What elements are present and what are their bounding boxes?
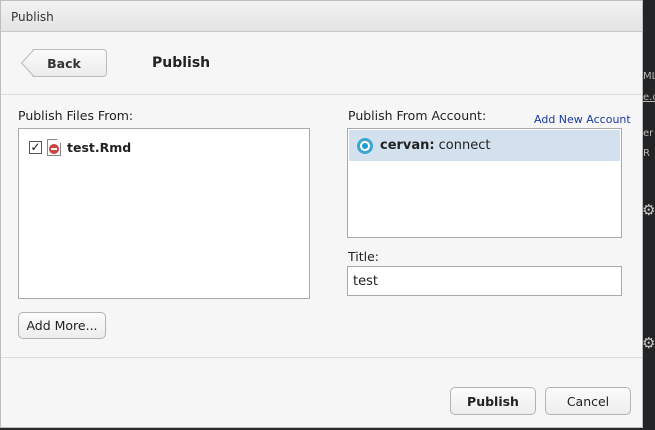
dialog-title: Publish	[11, 10, 54, 24]
title-label: Title:	[348, 249, 379, 264]
title-input-value: test	[353, 273, 378, 289]
publish-button[interactable]: Publish	[450, 387, 536, 415]
gear-icon: ⚙	[642, 201, 655, 219]
gear-icon: ⚙	[642, 334, 655, 352]
background-text: er	[643, 128, 654, 139]
publish-dialog: Publish Back Publish Publish Files From:…	[0, 0, 643, 428]
back-arrow-icon	[21, 49, 35, 77]
account-list: cervan: connect	[347, 128, 622, 238]
file-checkbox[interactable]: ✓	[29, 141, 42, 154]
cancel-button-label: Cancel	[566, 393, 610, 409]
footer-divider	[1, 357, 642, 358]
account-user: cervan:	[380, 138, 435, 153]
files-label: Publish Files From:	[18, 108, 134, 123]
cancel-button[interactable]: Cancel	[545, 387, 631, 415]
title-input[interactable]: test	[347, 266, 622, 296]
rmarkdown-file-icon	[47, 139, 61, 156]
add-new-account-link[interactable]: Add New Account	[534, 113, 631, 126]
files-list: ✓ test.Rmd	[18, 128, 310, 299]
account-item[interactable]: cervan: connect	[349, 130, 620, 161]
connect-server-icon	[357, 137, 373, 154]
add-more-button[interactable]: Add More...	[18, 312, 106, 339]
publish-button-label: Publish	[467, 393, 519, 409]
account-server: connect	[438, 138, 491, 153]
header-divider	[1, 94, 642, 95]
page-title: Publish	[152, 55, 211, 71]
file-name: test.Rmd	[67, 140, 132, 155]
account-label: Publish From Account:	[348, 108, 487, 123]
dialog-titlebar: Publish	[1, 1, 642, 32]
file-item[interactable]: ✓ test.Rmd	[29, 139, 131, 156]
background-text: e.c	[643, 92, 655, 103]
background-text: ML	[643, 71, 655, 82]
background-text: R	[643, 148, 650, 159]
add-more-label: Add More...	[26, 318, 98, 333]
back-button-label: Back	[47, 55, 81, 71]
